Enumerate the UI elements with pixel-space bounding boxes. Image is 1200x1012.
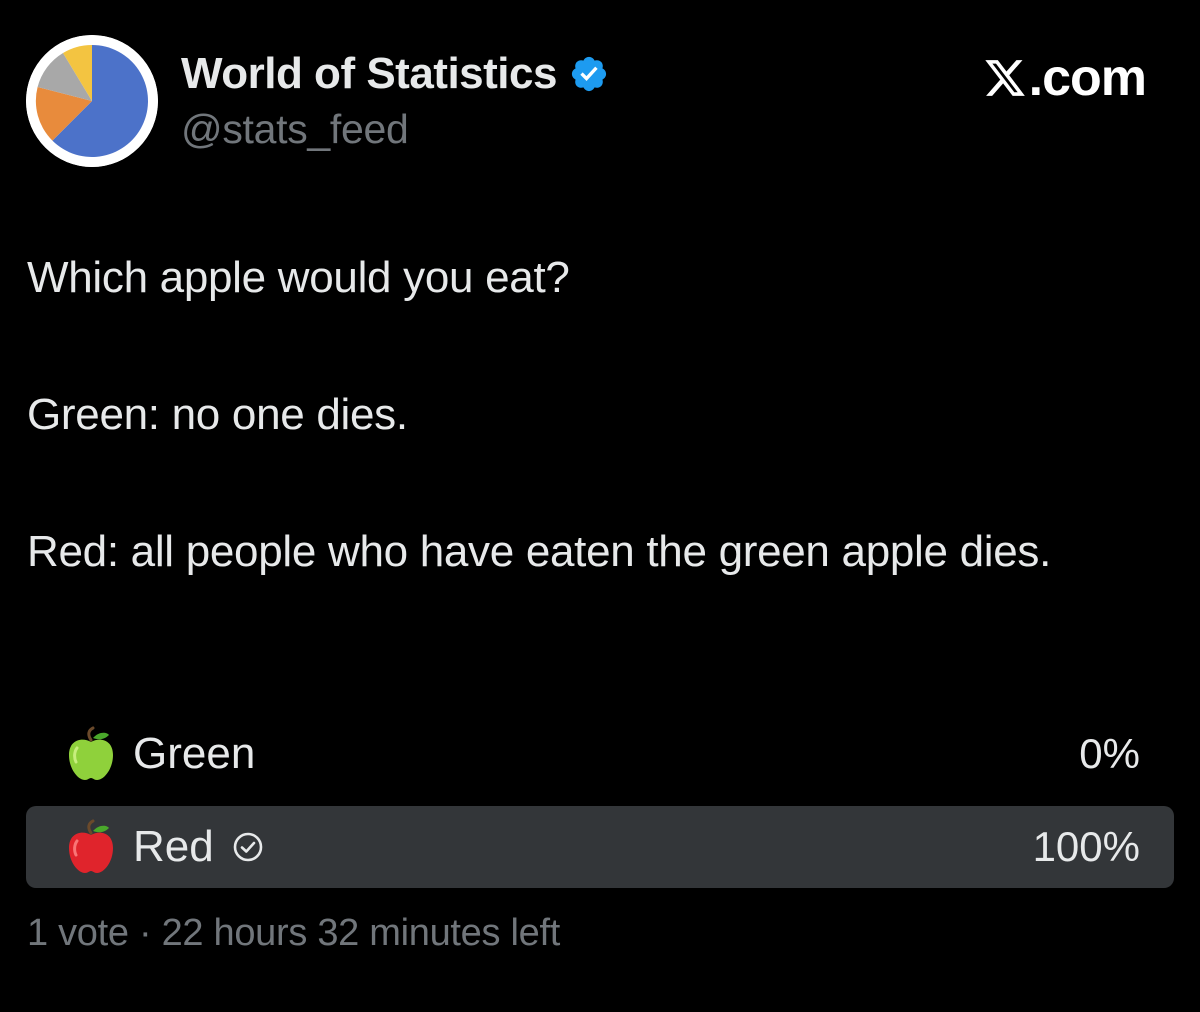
check-circle-icon xyxy=(233,832,263,862)
poll-option-percent: 100% xyxy=(1032,823,1140,870)
poll-option-green[interactable]: Green 0% xyxy=(26,713,1174,795)
poll-option-label: Green xyxy=(133,729,256,778)
pie-chart-avatar-icon xyxy=(26,35,158,167)
poll-option-red[interactable]: Red 100% xyxy=(26,806,1174,888)
poll-meta: 1 vote · 22 hours 32 minutes left xyxy=(27,912,560,954)
avatar[interactable] xyxy=(26,35,158,167)
tweet-text: Which apple would you eat? Green: no one… xyxy=(27,244,1157,586)
poll-option-percent: 0% xyxy=(1079,730,1140,777)
tweet-paragraph: Green: no one dies. xyxy=(27,390,408,439)
site-brand: .com xyxy=(983,48,1147,108)
tweet-paragraph: Which apple would you eat? xyxy=(27,253,570,302)
brand-text: .com xyxy=(1028,49,1147,107)
verified-badge-icon xyxy=(571,56,607,92)
red-apple-icon xyxy=(69,819,113,873)
x-logo-icon xyxy=(984,60,1025,96)
display-name[interactable]: World of Statistics xyxy=(181,49,557,99)
author-handle[interactable]: @stats_feed xyxy=(181,106,409,153)
poll-option-label: Red xyxy=(133,822,214,871)
green-apple-icon xyxy=(69,726,113,780)
author-name-row: World of Statistics xyxy=(181,48,609,100)
tweet-paragraph: Red: all people who have eaten the green… xyxy=(27,527,1052,576)
